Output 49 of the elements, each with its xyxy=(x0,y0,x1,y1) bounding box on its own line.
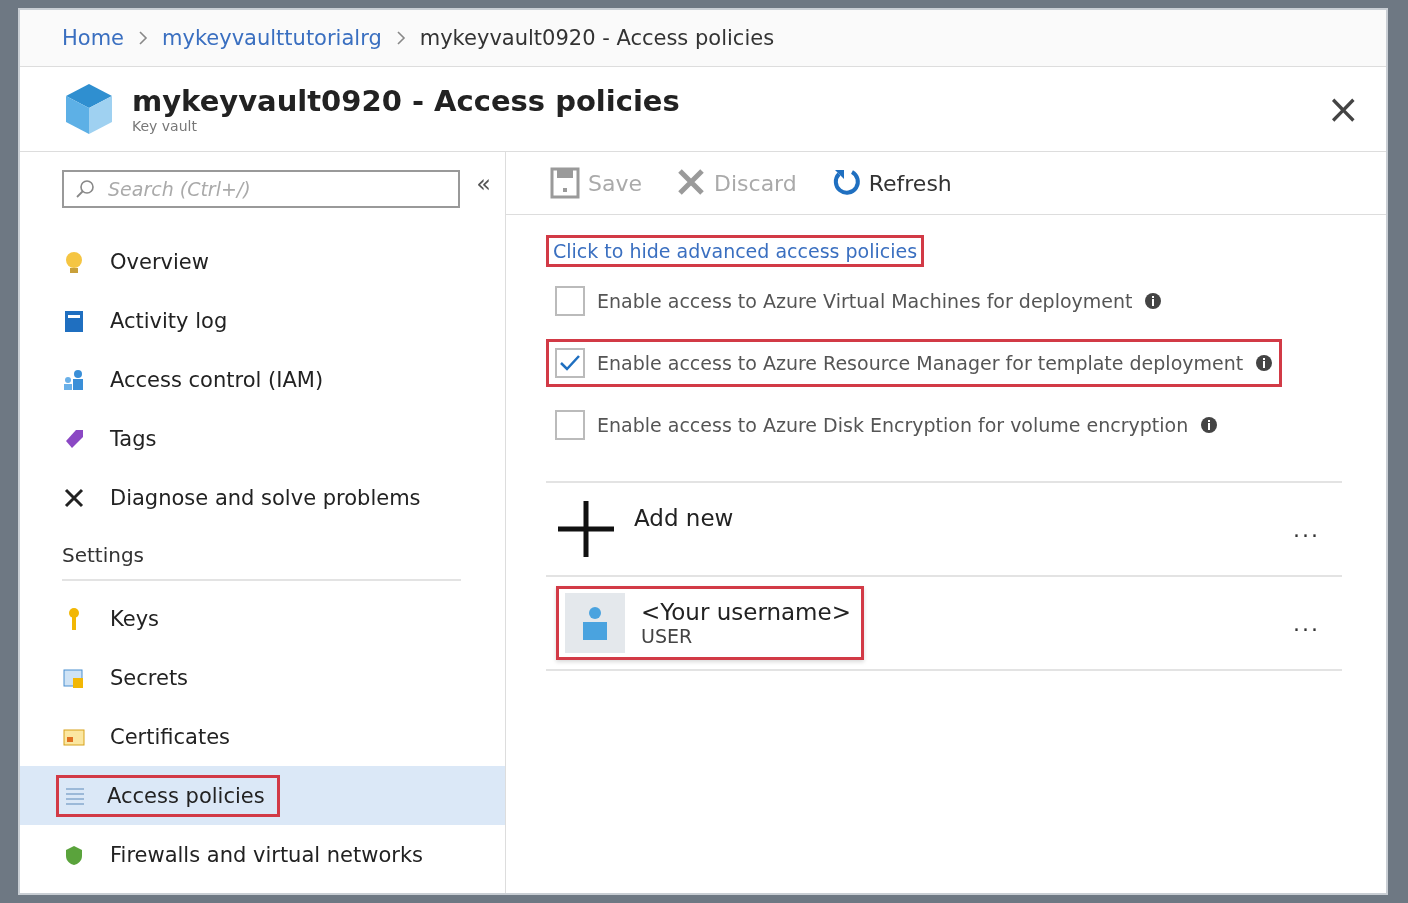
sidebar-item[interactable]: Certificates xyxy=(20,707,505,766)
sidebar-item[interactable]: Activity log xyxy=(20,291,505,350)
option-label: Enable access to Azure Disk Encryption for volume encryption xyxy=(597,414,1189,436)
save-icon xyxy=(550,167,580,199)
close-button[interactable]: × xyxy=(1318,86,1368,132)
sidebar-item[interactable]: Diagnose and solve problems xyxy=(20,468,505,527)
toolbar-button[interactable]: Refresh xyxy=(830,167,952,199)
sidebar-item[interactable]: Access control (IAM) xyxy=(20,350,505,409)
collapse-button[interactable]: « xyxy=(476,170,491,198)
log-icon xyxy=(62,308,86,333)
advanced-policies-link[interactable]: Click to hide advanced access policies xyxy=(546,235,925,267)
add-new-button[interactable]: Add new xyxy=(634,505,1287,531)
page-subtitle: Key vault xyxy=(132,118,198,134)
plus-icon xyxy=(556,499,616,559)
checkbox-option[interactable]: Enable access to Azure Resource Manager for template deployment xyxy=(546,339,1283,387)
cube-icon xyxy=(64,82,114,136)
people-icon xyxy=(62,367,86,392)
search-field[interactable]: Search (Ctrl+/) xyxy=(62,170,461,208)
more-button[interactable]: ... xyxy=(1287,515,1326,543)
user-icon xyxy=(580,606,610,640)
more-button[interactable]: ... xyxy=(1287,609,1326,637)
breadcrumb-link[interactable]: mykeyvaulttutorialrg xyxy=(162,26,382,50)
info-icon xyxy=(1144,292,1163,310)
chevron-icon xyxy=(138,30,148,46)
search-icon xyxy=(74,178,96,200)
checkbox-option[interactable]: Enable access to Azure Disk Encryption for volume encryption xyxy=(546,401,1228,449)
option-label: Enable access to Azure Resource Manager for template deployment xyxy=(597,352,1244,374)
user-entry[interactable]: <Your username> USER xyxy=(556,586,864,660)
info-icon xyxy=(1255,354,1274,372)
sidebar-item[interactable]: Secrets xyxy=(20,648,505,707)
breadcrumb-current: mykeyvault0920 - Access policies xyxy=(419,26,775,50)
chevron-icon xyxy=(395,30,406,46)
breadcrumb-link[interactable]: Home xyxy=(62,26,124,50)
checkbox[interactable] xyxy=(555,348,585,378)
sidebar-item[interactable]: Keys xyxy=(20,589,505,648)
checkbox[interactable] xyxy=(555,410,585,440)
user-type: USER xyxy=(641,625,694,647)
sidebar-item[interactable]: Overview xyxy=(20,232,505,291)
checkmark-icon xyxy=(559,354,581,372)
page-title: mykeyvault0920 - Access policies xyxy=(132,84,681,118)
section-heading: Settings xyxy=(62,527,461,581)
user-name: <Your username> xyxy=(641,599,851,625)
sidebar-item[interactable]: Access policies xyxy=(20,766,505,825)
sidebar-item[interactable]: Tags xyxy=(20,409,505,468)
option-label: Enable access to Azure Virtual Machines for deployment xyxy=(597,290,1133,312)
sidebar-item[interactable]: Firewalls and virtual networks xyxy=(20,825,505,884)
checkbox-option[interactable]: Enable access to Azure Virtual Machines for deployment xyxy=(546,277,1172,325)
info-icon xyxy=(1200,416,1219,434)
checkbox[interactable] xyxy=(555,286,585,316)
